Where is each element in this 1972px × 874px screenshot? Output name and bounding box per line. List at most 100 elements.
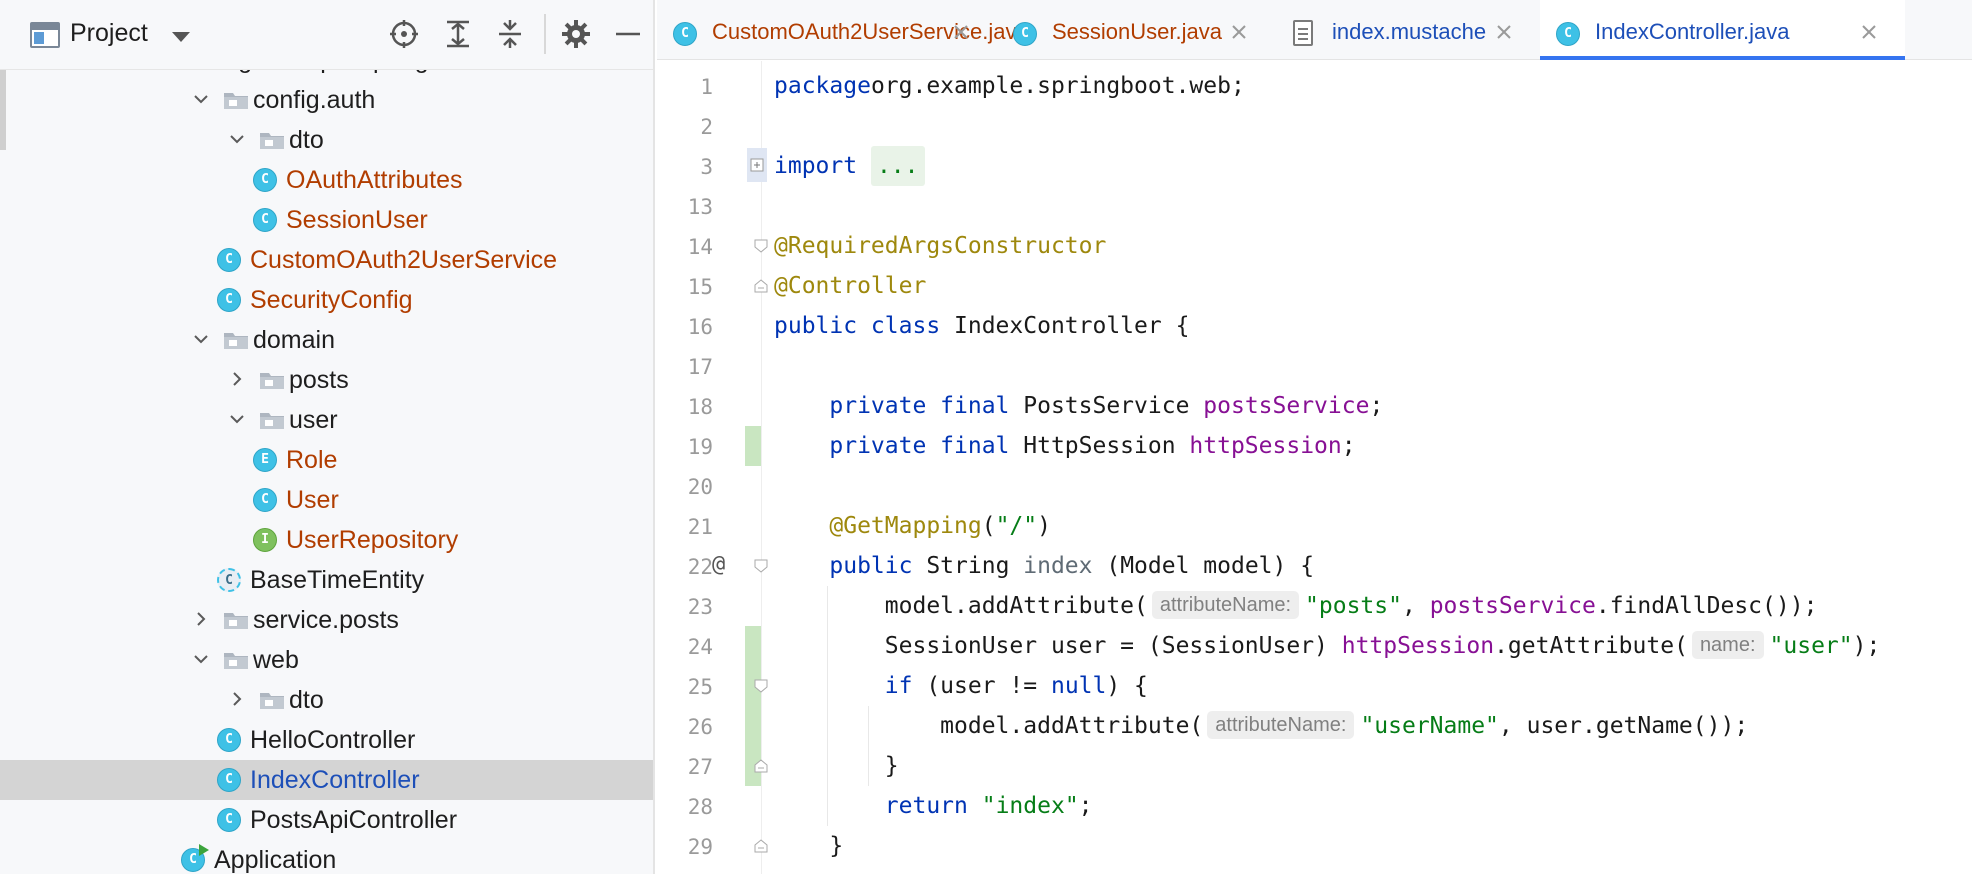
code-line[interactable]: return "index"; xyxy=(774,786,1093,826)
close-icon[interactable] xyxy=(1496,24,1512,40)
code-line[interactable]: import ... xyxy=(774,146,925,186)
code-line[interactable]: @GetMapping("/") xyxy=(774,506,1051,546)
code-token: , user.getName()); xyxy=(1498,713,1749,739)
mapping-gutter-icon[interactable]: @ xyxy=(712,552,725,577)
chevron-down-icon[interactable] xyxy=(191,649,211,669)
code-token: httpSession xyxy=(1189,433,1342,459)
line-number: 21 xyxy=(687,515,713,539)
view-selector-chevron-down-icon[interactable] xyxy=(172,32,190,42)
folder-icon xyxy=(223,650,249,670)
chevron-down-icon[interactable] xyxy=(227,129,247,149)
line-number: 20 xyxy=(687,475,713,499)
fold-open-icon[interactable] xyxy=(754,679,768,693)
tree-item-oauthattributes[interactable]: C OAuthAttributes xyxy=(0,160,653,200)
tree-item-indexcontroller[interactable]: C IndexController xyxy=(0,760,653,800)
code-line[interactable]: private final HttpSession httpSession; xyxy=(774,426,1355,466)
folded-imports[interactable]: ... xyxy=(870,146,925,186)
fold-open-icon[interactable] xyxy=(754,559,768,573)
code-line[interactable]: if (user != null) { xyxy=(774,666,1148,706)
code-line[interactable]: public class IndexController { xyxy=(774,306,1189,346)
fold-end-icon[interactable] xyxy=(754,279,768,293)
tree-item-securityconfig[interactable]: C SecurityConfig xyxy=(0,280,653,320)
code-editor[interactable]: @1 2 3 13 14 15 16 17 18 19 20 21 22 23 24 25 26 27 28 29 p… xyxy=(657,61,1972,874)
close-icon[interactable] xyxy=(1861,24,1877,40)
tree-item-postsapicontroller[interactable]: C PostsApiController xyxy=(0,800,653,840)
tree-item-customoauth2userservice[interactable]: C CustomOAuth2UserService xyxy=(0,240,653,280)
hide-panel-minus-icon[interactable] xyxy=(612,18,644,50)
tree-item-role[interactable]: E Role xyxy=(0,440,653,480)
expand-all-icon[interactable] xyxy=(442,18,474,50)
code-token: (user != xyxy=(912,673,1051,699)
tree-item-user[interactable]: user xyxy=(0,400,653,440)
code-line[interactable]: private final PostsService postsService; xyxy=(774,386,1383,426)
line-number: 29 xyxy=(687,835,713,859)
code-token: package xyxy=(774,73,871,99)
tree-item-label: PostsApiController xyxy=(250,806,458,834)
code-token: postsService xyxy=(1203,393,1370,419)
tree-scrollbar[interactable] xyxy=(0,70,6,150)
code-line[interactable]: @RequiredArgsConstructor xyxy=(774,226,1106,266)
tree-item-sessionuser[interactable]: C SessionUser xyxy=(0,200,653,240)
tab-index-mustache[interactable]: index.mustache xyxy=(1275,0,1540,60)
line-number: 1 xyxy=(700,75,713,99)
tree-item-label: User xyxy=(286,486,339,514)
tab-customoauth2userservice-java[interactable]: C CustomOAuth2UserService.java xyxy=(657,0,1029,60)
chevron-right-icon[interactable] xyxy=(191,609,211,629)
chevron-down-icon[interactable] xyxy=(227,409,247,429)
locate-file-icon[interactable] xyxy=(388,18,420,50)
project-panel-title[interactable]: Project xyxy=(70,19,148,48)
code-token: ; xyxy=(1078,793,1093,819)
code-token: , xyxy=(1401,593,1430,619)
tree-item-dto[interactable]: dto xyxy=(0,120,653,160)
line-number: 24 xyxy=(687,635,713,659)
tree-item-application[interactable]: C Application xyxy=(0,840,653,874)
code-token: IndexController { xyxy=(940,313,1190,339)
tree-item-label: user xyxy=(289,406,338,434)
chevron-right-icon[interactable] xyxy=(227,369,247,389)
code-line[interactable]: @Controller xyxy=(774,266,926,306)
code-token: SessionUser user = (SessionUser) xyxy=(774,633,1342,659)
code-line[interactable]: packageorg.example.springboot.web; xyxy=(774,66,1245,106)
tree-item-user[interactable]: C User xyxy=(0,480,653,520)
tree-item-service-posts[interactable]: service.posts xyxy=(0,600,653,640)
code-line[interactable]: model.addAttribute(attributeName: "posts"… xyxy=(774,586,1817,626)
class-icon: C xyxy=(217,768,241,792)
tree-item-dto[interactable]: dto xyxy=(0,680,653,720)
code-line[interactable]: } xyxy=(774,746,899,786)
tab-indexcontroller-java[interactable]: C IndexController.java xyxy=(1540,0,1905,60)
close-icon[interactable] xyxy=(1231,24,1247,40)
code-line[interactable]: SessionUser user = (SessionUser) httpSes… xyxy=(774,626,1880,666)
tree-item-domain[interactable]: domain xyxy=(0,320,653,360)
code-line[interactable]: model.addAttribute(attributeName: "userNa… xyxy=(774,706,1748,746)
parameter-hint: attributeName: xyxy=(1151,591,1300,619)
tree-item-posts[interactable]: posts xyxy=(0,360,653,400)
tree-item-userrepository[interactable]: I UserRepository xyxy=(0,520,653,560)
tree-item-label: dto xyxy=(289,686,324,714)
code-line[interactable]: public String index (Model model) { xyxy=(774,546,1314,586)
tree-item-label: posts xyxy=(289,366,349,394)
fold-end-icon[interactable] xyxy=(754,759,768,773)
tree-item-web[interactable]: web xyxy=(0,640,653,680)
tree-item-config-auth[interactable]: config.auth xyxy=(0,80,653,120)
code-line[interactable]: } xyxy=(774,826,843,866)
tree-item-basetimeentity[interactable]: C BaseTimeEntity xyxy=(0,560,653,600)
tree-item-label: dto xyxy=(289,126,324,154)
project-tool-window: org.example.springbootconfig.authdtoCOAu… xyxy=(0,0,655,874)
fold-end-icon[interactable] xyxy=(754,839,768,853)
tree-item-hellocontroller[interactable]: C HelloController xyxy=(0,720,653,760)
collapse-all-icon[interactable] xyxy=(494,18,526,50)
close-icon[interactable] xyxy=(953,24,969,40)
class-icon: C xyxy=(253,168,277,192)
chevron-down-icon[interactable] xyxy=(191,89,211,109)
chevron-right-icon[interactable] xyxy=(227,689,247,709)
vcs-change-marker[interactable] xyxy=(745,426,761,466)
import-fold-region[interactable] xyxy=(747,148,767,182)
chevron-down-icon[interactable] xyxy=(191,329,211,349)
gear-icon[interactable] xyxy=(560,18,592,50)
fold-open-icon[interactable] xyxy=(754,239,768,253)
tab-sessionuser-java[interactable]: C SessionUser.java xyxy=(997,0,1275,60)
tree-item-label: Application xyxy=(214,846,337,874)
line-number: 26 xyxy=(687,715,713,739)
